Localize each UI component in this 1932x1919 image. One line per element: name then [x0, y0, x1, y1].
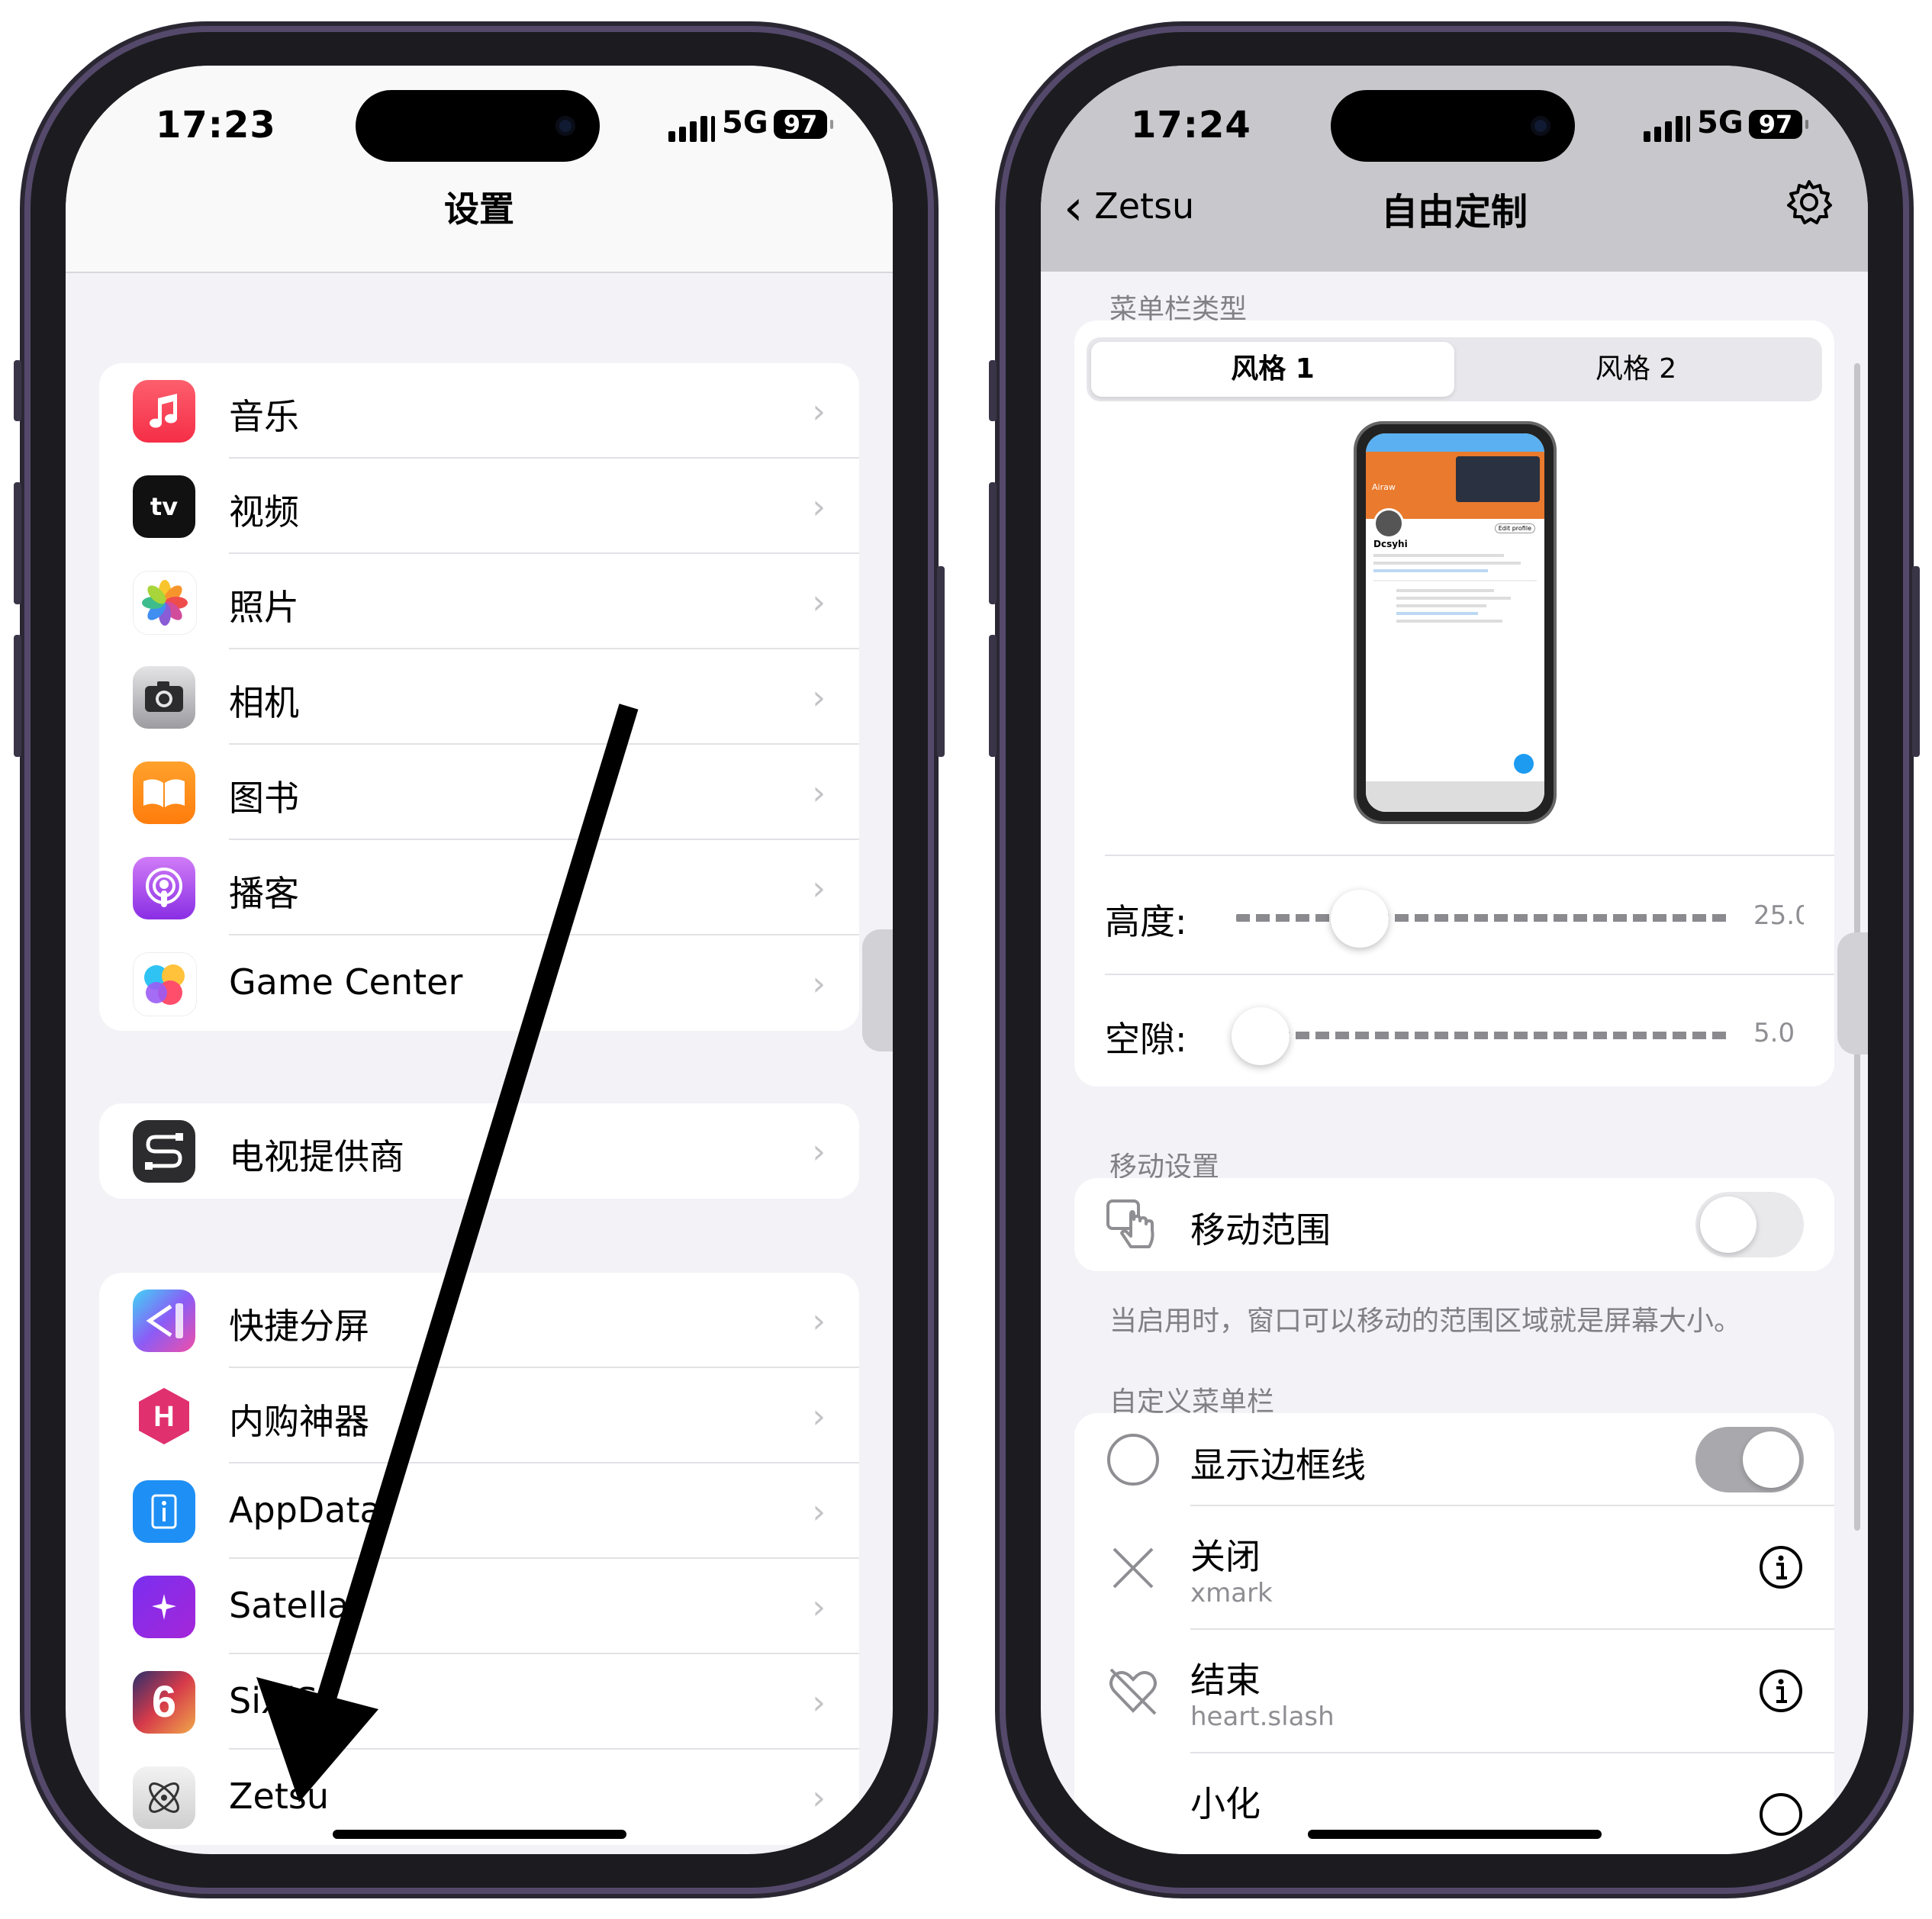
- status-time: 17:24: [1131, 104, 1251, 147]
- move-range-row: 移动范围: [1074, 1178, 1834, 1271]
- menu-item-row-minimize[interactable]: 小化: [1074, 1753, 1834, 1854]
- gap-slider-thumb[interactable]: [1232, 1007, 1290, 1065]
- dynamic-island: [1331, 90, 1575, 162]
- info-icon[interactable]: [1758, 1792, 1804, 1837]
- xmark-icon: [1113, 1547, 1154, 1589]
- style-segmented-control: 风格 1 风格 2: [1087, 337, 1822, 401]
- menu-type-card: 风格 1 风格 2 Airaw Edit profile Dcsyhi 高度: …: [1074, 320, 1834, 1087]
- segment-style-2[interactable]: 风格 2: [1454, 342, 1818, 397]
- slider-label: 空隙:: [1105, 1019, 1187, 1060]
- menu-item-row-end[interactable]: 结束 heart.slash: [1074, 1630, 1834, 1753]
- left-phone-frame: 设置 17:23 5G 97 音乐 › tv 视频 › 照片 › 相机 › 图书…: [14, 32, 945, 1888]
- right-phone-frame: ‹ Zetsu 自由定制 17:24 5G 97 菜单栏类型 风格 1 风格 2…: [989, 32, 1920, 1888]
- style-preview-image: Airaw Edit profile Dcsyhi: [1357, 424, 1554, 821]
- heart-slash-icon: [1109, 1668, 1157, 1715]
- circle-icon: [1107, 1434, 1159, 1486]
- info-icon[interactable]: [1758, 1544, 1804, 1590]
- menu-item-title: 小化: [1190, 1783, 1261, 1824]
- menu-item-title: 结束: [1190, 1660, 1261, 1701]
- dynamic-island: [356, 90, 600, 162]
- menu-item-symbol: heart.slash: [1190, 1702, 1335, 1732]
- home-indicator[interactable]: [333, 1830, 626, 1839]
- menu-item-title: 关闭: [1190, 1536, 1261, 1577]
- slider-label: 高度:: [1105, 901, 1187, 942]
- home-indicator[interactable]: [1308, 1830, 1602, 1839]
- menu-item-symbol: xmark: [1190, 1578, 1273, 1608]
- arrow-annotation: [256, 704, 639, 1802]
- move-range-label: 移动范围: [1190, 1209, 1331, 1251]
- hand-drag-icon: [1106, 1199, 1154, 1248]
- menu-item-row-close[interactable]: 关闭 xmark: [1074, 1506, 1834, 1630]
- height-slider-row: 高度: 25.0: [1074, 858, 1834, 975]
- slider-value: 5.0: [1753, 1018, 1795, 1048]
- battery-icon: 97: [1749, 110, 1808, 139]
- info-icon[interactable]: [1758, 1668, 1804, 1714]
- network-label: 5G: [1697, 105, 1744, 140]
- height-slider-thumb[interactable]: [1331, 890, 1389, 948]
- show-border-label: 显示边框线: [1190, 1444, 1366, 1486]
- preview-header-label: Airaw: [1372, 482, 1396, 492]
- segment-style-1[interactable]: 风格 1: [1091, 342, 1454, 397]
- preview-edit-label: Edit profile: [1494, 523, 1535, 533]
- height-slider-track[interactable]: [1236, 914, 1731, 922]
- show-border-toggle[interactable]: [1695, 1427, 1804, 1492]
- move-range-toggle[interactable]: [1695, 1192, 1804, 1257]
- gap-slider-track[interactable]: [1236, 1032, 1731, 1039]
- preview-profile-name: Dcsyhi: [1373, 539, 1408, 549]
- gap-slider-row: 空隙: 5.0: [1074, 975, 1834, 1093]
- show-border-row: 显示边框线: [1074, 1413, 1834, 1506]
- move-card: 移动范围: [1074, 1178, 1834, 1271]
- slider-value: 25.0: [1753, 900, 1804, 931]
- custom-menu-card: 显示边框线 关闭 xmark 结束 heart.slash 小化: [1074, 1413, 1834, 1854]
- move-range-description: 当启用时，窗口可以移动的范围区域就是屏幕大小。: [1109, 1306, 1742, 1337]
- settings-screen: 设置 17:23 5G 97 音乐 › tv 视频 › 照片 › 相机 › 图书…: [66, 66, 893, 1854]
- signal-icon: [1644, 111, 1690, 142]
- edge-scroll-handle[interactable]: [1837, 932, 1868, 1054]
- page-title: 自由定制: [1380, 191, 1528, 233]
- zetsu-screen: ‹ Zetsu 自由定制 17:24 5G 97 菜单栏类型 风格 1 风格 2…: [1041, 66, 1868, 1854]
